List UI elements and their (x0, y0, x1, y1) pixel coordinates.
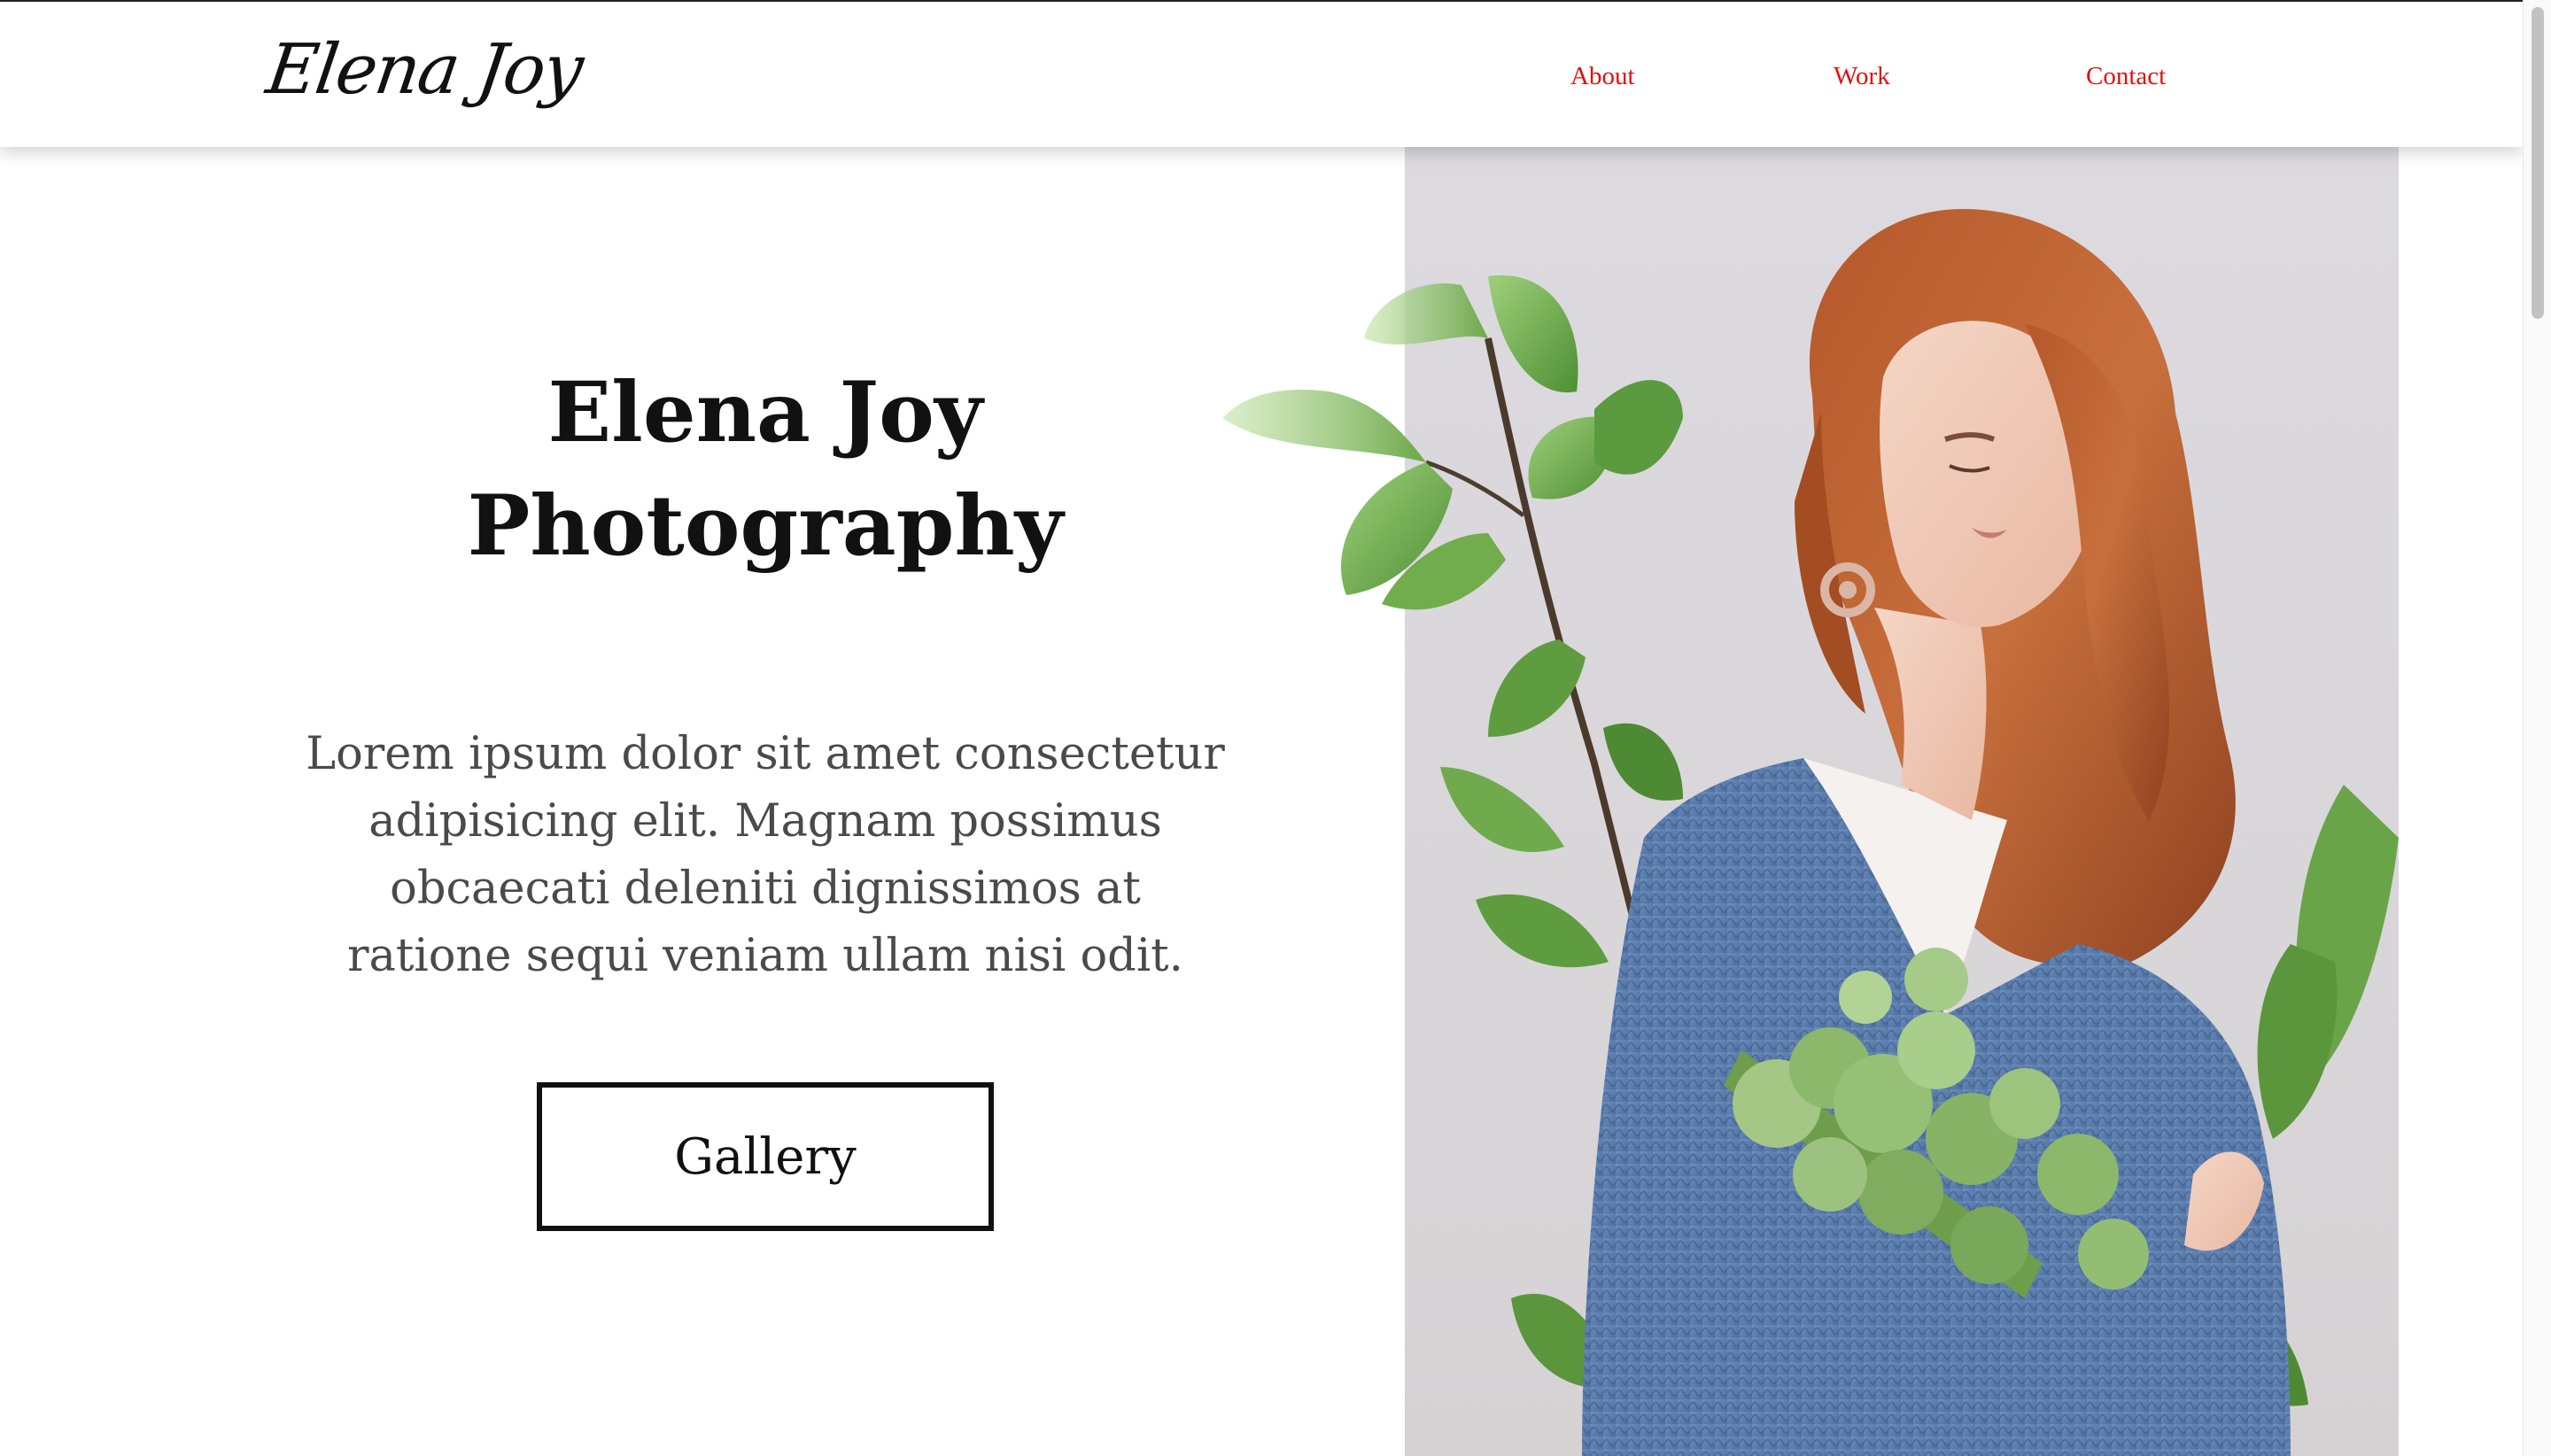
nav-link-contact[interactable]: Contact (2086, 58, 2166, 94)
page-viewport: Elena Joy About Work Contact Elena Joy P… (0, 0, 2523, 1456)
hero-description: Lorem ipsum dolor sit amet consectetur a… (306, 728, 1225, 982)
vertical-scrollbar[interactable] (2523, 0, 2551, 1456)
gallery-button[interactable]: Gallery (537, 1082, 994, 1231)
nav-link-work[interactable]: Work (1834, 58, 1890, 94)
hero-portrait-image (1440, 209, 2399, 1456)
site-header: Elena Joy About Work Contact (0, 2, 2523, 147)
nav-link-about[interactable]: About (1570, 58, 1635, 94)
scrollbar-thumb[interactable] (2532, 7, 2544, 319)
site-logo[interactable]: Elena Joy (260, 21, 587, 119)
hero-title: Elena Joy Photography (337, 356, 1194, 583)
hero-title-line-2: Photography (467, 477, 1064, 575)
hero-title-line-1: Elena Joy (547, 364, 983, 461)
